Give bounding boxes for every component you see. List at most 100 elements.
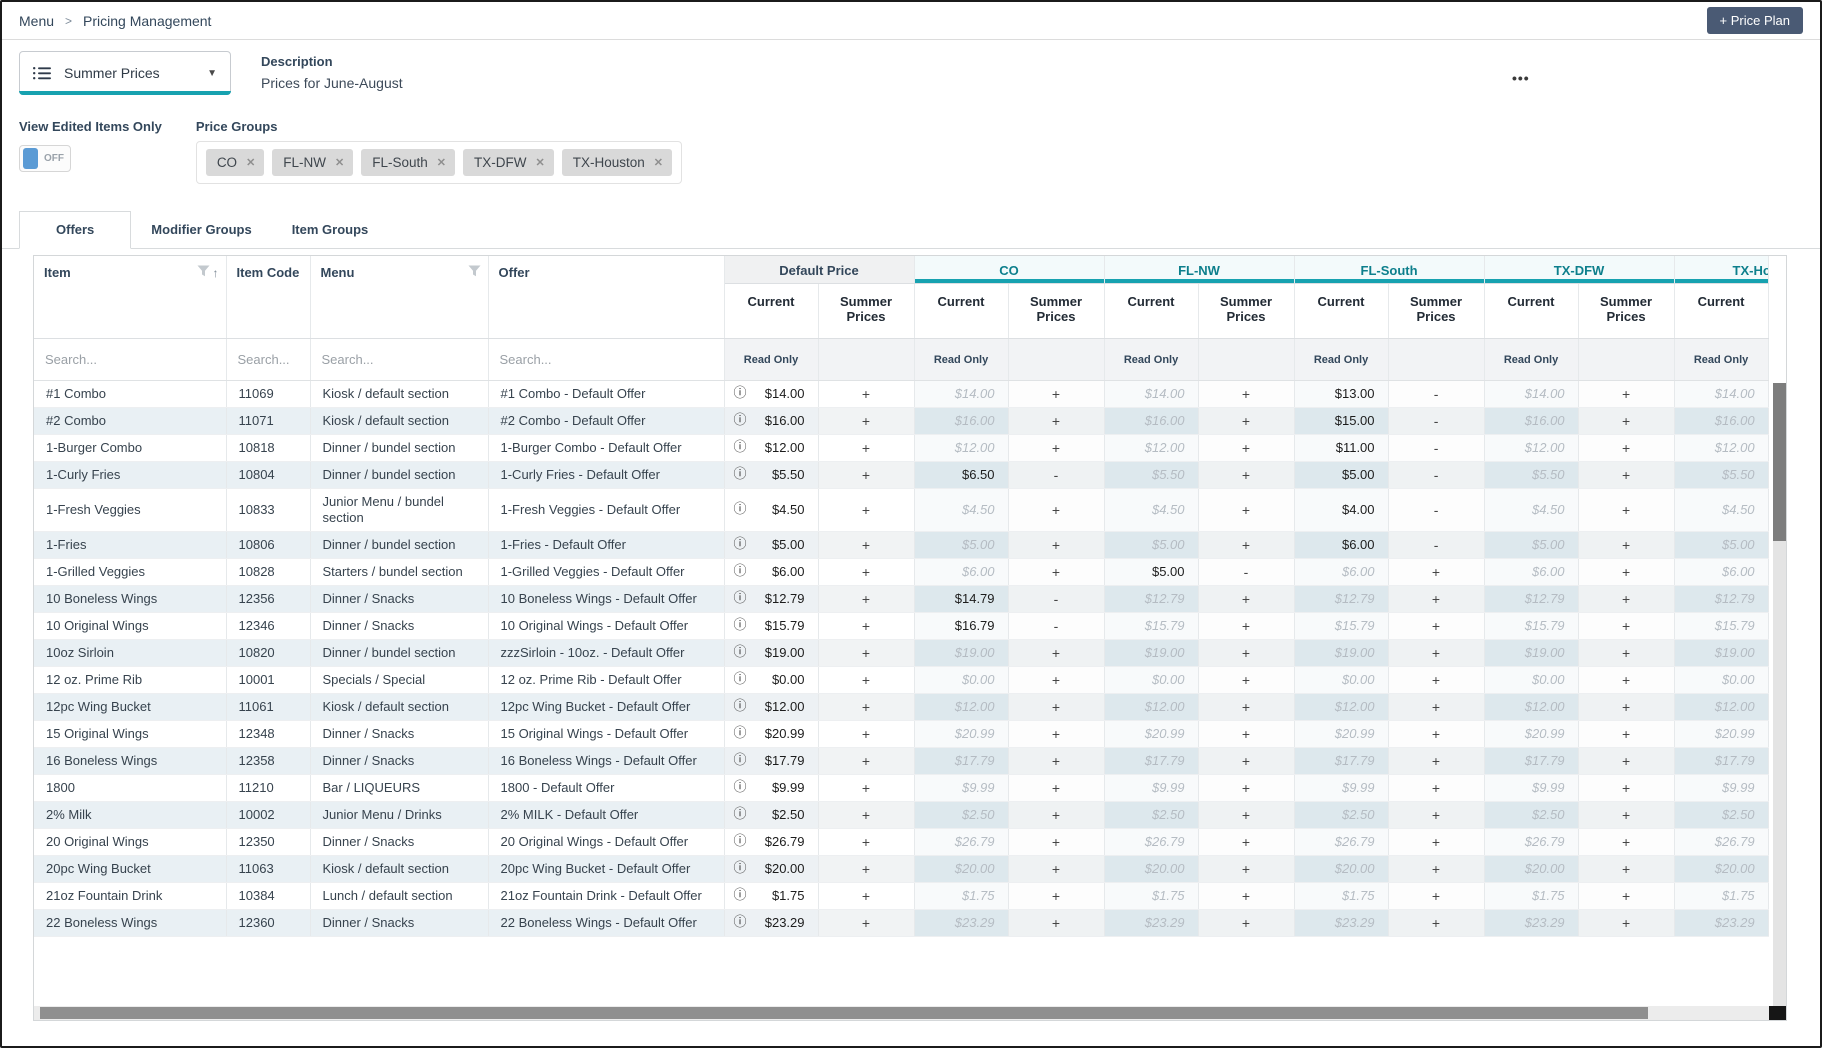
default-summer-action-cell[interactable]: + bbox=[818, 613, 914, 640]
summer-action-cell-fl-south[interactable]: - bbox=[1388, 435, 1484, 462]
summer-action-cell-tx-dfw[interactable]: + bbox=[1578, 748, 1674, 775]
summer-action-cell-fl-nw[interactable]: + bbox=[1198, 856, 1294, 883]
info-icon[interactable]: ⓘ bbox=[734, 645, 747, 661]
summer-action-cell-co[interactable]: - bbox=[1008, 462, 1104, 489]
summer-action-cell-co[interactable]: + bbox=[1008, 408, 1104, 435]
info-icon[interactable]: ⓘ bbox=[734, 726, 747, 742]
default-summer-action-cell[interactable]: + bbox=[818, 586, 914, 613]
summer-action-cell-co[interactable]: + bbox=[1008, 856, 1104, 883]
default-summer-action-cell[interactable]: + bbox=[818, 856, 914, 883]
summer-action-cell-fl-nw[interactable]: + bbox=[1198, 381, 1294, 408]
horizontal-scrollbar[interactable] bbox=[34, 1006, 1786, 1020]
summer-action-cell-fl-nw[interactable]: + bbox=[1198, 462, 1294, 489]
item-column-header[interactable]: Item↑ bbox=[34, 256, 226, 339]
summer-action-cell-co[interactable]: + bbox=[1008, 883, 1104, 910]
summer-action-cell-co[interactable]: + bbox=[1008, 640, 1104, 667]
summer-action-cell-fl-nw[interactable]: + bbox=[1198, 883, 1294, 910]
summer-action-cell-fl-nw[interactable]: + bbox=[1198, 829, 1294, 856]
default-summer-action-cell[interactable]: + bbox=[818, 721, 914, 748]
summer-action-cell-tx-dfw[interactable]: + bbox=[1578, 856, 1674, 883]
price-groups-chipbox[interactable]: CO✕FL-NW✕FL-South✕TX-DFW✕TX-Houston✕ bbox=[196, 141, 682, 184]
chip-remove-icon[interactable]: ✕ bbox=[654, 156, 663, 169]
sort-ascending-icon[interactable]: ↑ bbox=[213, 266, 219, 280]
summer-action-cell-fl-nw[interactable]: + bbox=[1198, 775, 1294, 802]
summer-action-cell-fl-south[interactable]: + bbox=[1388, 721, 1484, 748]
default-summer-action-cell[interactable]: + bbox=[818, 381, 914, 408]
chip-remove-icon[interactable]: ✕ bbox=[246, 156, 255, 169]
overflow-menu-icon[interactable]: ••• bbox=[1512, 70, 1530, 86]
tab-modifier-groups[interactable]: Modifier Groups bbox=[131, 212, 271, 248]
summer-action-cell-tx-dfw[interactable]: + bbox=[1578, 489, 1674, 532]
info-icon[interactable]: ⓘ bbox=[734, 888, 747, 904]
summer-action-cell-co[interactable]: + bbox=[1008, 802, 1104, 829]
info-icon[interactable]: ⓘ bbox=[734, 413, 747, 429]
summer-action-cell-fl-nw[interactable]: + bbox=[1198, 802, 1294, 829]
summer-action-cell-fl-nw[interactable]: + bbox=[1198, 667, 1294, 694]
info-icon[interactable]: ⓘ bbox=[734, 502, 747, 518]
summer-action-cell-tx-dfw[interactable]: + bbox=[1578, 721, 1674, 748]
summer-action-cell-fl-south[interactable]: + bbox=[1388, 856, 1484, 883]
summer-action-cell-tx-dfw[interactable]: + bbox=[1578, 532, 1674, 559]
breadcrumb-menu-link[interactable]: Menu bbox=[19, 13, 54, 29]
vertical-scrollbar-thumb[interactable] bbox=[1773, 383, 1786, 541]
default-summer-action-cell[interactable]: + bbox=[818, 462, 914, 489]
default-summer-action-cell[interactable]: + bbox=[818, 910, 914, 937]
info-icon[interactable]: ⓘ bbox=[734, 672, 747, 688]
summer-action-cell-tx-dfw[interactable]: + bbox=[1578, 408, 1674, 435]
summer-action-cell-fl-nw[interactable]: + bbox=[1198, 910, 1294, 937]
tab-item-groups[interactable]: Item Groups bbox=[272, 212, 389, 248]
default-summer-action-cell[interactable]: + bbox=[818, 667, 914, 694]
summer-action-cell-fl-south[interactable]: + bbox=[1388, 613, 1484, 640]
summer-action-cell-fl-nw[interactable]: + bbox=[1198, 613, 1294, 640]
summer-action-cell-fl-south[interactable]: + bbox=[1388, 586, 1484, 613]
summer-action-cell-tx-dfw[interactable]: + bbox=[1578, 435, 1674, 462]
summer-action-cell-tx-dfw[interactable]: + bbox=[1578, 667, 1674, 694]
filter-icon[interactable] bbox=[197, 265, 210, 280]
summer-action-cell-tx-dfw[interactable]: + bbox=[1578, 694, 1674, 721]
summer-action-cell-tx-dfw[interactable]: + bbox=[1578, 883, 1674, 910]
default-summer-action-cell[interactable]: + bbox=[818, 748, 914, 775]
summer-action-cell-fl-south[interactable]: - bbox=[1388, 462, 1484, 489]
menu-column-header[interactable]: Menu bbox=[310, 256, 488, 339]
info-icon[interactable]: ⓘ bbox=[734, 591, 747, 607]
default-summer-action-cell[interactable]: + bbox=[818, 694, 914, 721]
summer-action-cell-co[interactable]: + bbox=[1008, 910, 1104, 937]
summer-action-cell-fl-nw[interactable]: + bbox=[1198, 748, 1294, 775]
info-icon[interactable]: ⓘ bbox=[734, 753, 747, 769]
summer-action-cell-co[interactable]: + bbox=[1008, 667, 1104, 694]
info-icon[interactable]: ⓘ bbox=[734, 780, 747, 796]
summer-action-cell-fl-south[interactable]: + bbox=[1388, 667, 1484, 694]
default-summer-action-cell[interactable]: + bbox=[818, 489, 914, 532]
default-summer-action-cell[interactable]: + bbox=[818, 802, 914, 829]
summer-action-cell-fl-nw[interactable]: - bbox=[1198, 559, 1294, 586]
horizontal-scrollbar-thumb[interactable] bbox=[40, 1007, 1648, 1019]
summer-action-cell-tx-dfw[interactable]: + bbox=[1578, 910, 1674, 937]
summer-action-cell-fl-nw[interactable]: + bbox=[1198, 721, 1294, 748]
summer-action-cell-co[interactable]: + bbox=[1008, 694, 1104, 721]
summer-action-cell-fl-south[interactable]: + bbox=[1388, 694, 1484, 721]
summer-action-cell-fl-nw[interactable]: + bbox=[1198, 694, 1294, 721]
default-summer-action-cell[interactable]: + bbox=[818, 883, 914, 910]
summer-action-cell-fl-south[interactable]: + bbox=[1388, 829, 1484, 856]
summer-action-cell-fl-south[interactable]: + bbox=[1388, 748, 1484, 775]
summer-action-cell-fl-south[interactable]: + bbox=[1388, 559, 1484, 586]
menu-search-input[interactable] bbox=[311, 341, 474, 379]
info-icon[interactable]: ⓘ bbox=[734, 834, 747, 850]
summer-action-cell-tx-dfw[interactable]: + bbox=[1578, 613, 1674, 640]
summer-action-cell-fl-south[interactable]: - bbox=[1388, 408, 1484, 435]
summer-action-cell-co[interactable]: + bbox=[1008, 435, 1104, 462]
summer-action-cell-fl-nw[interactable]: + bbox=[1198, 586, 1294, 613]
info-icon[interactable]: ⓘ bbox=[734, 386, 747, 402]
summer-action-cell-tx-dfw[interactable]: + bbox=[1578, 775, 1674, 802]
chip-remove-icon[interactable]: ✕ bbox=[335, 156, 344, 169]
summer-action-cell-co[interactable]: + bbox=[1008, 775, 1104, 802]
info-icon[interactable]: ⓘ bbox=[734, 915, 747, 931]
summer-action-cell-tx-dfw[interactable]: + bbox=[1578, 829, 1674, 856]
summer-action-cell-fl-nw[interactable]: + bbox=[1198, 640, 1294, 667]
info-icon[interactable]: ⓘ bbox=[734, 699, 747, 715]
summer-action-cell-fl-nw[interactable]: + bbox=[1198, 408, 1294, 435]
filter-icon[interactable] bbox=[468, 265, 481, 280]
summer-action-cell-co[interactable]: - bbox=[1008, 613, 1104, 640]
summer-action-cell-fl-south[interactable]: - bbox=[1388, 381, 1484, 408]
summer-action-cell-co[interactable]: + bbox=[1008, 829, 1104, 856]
